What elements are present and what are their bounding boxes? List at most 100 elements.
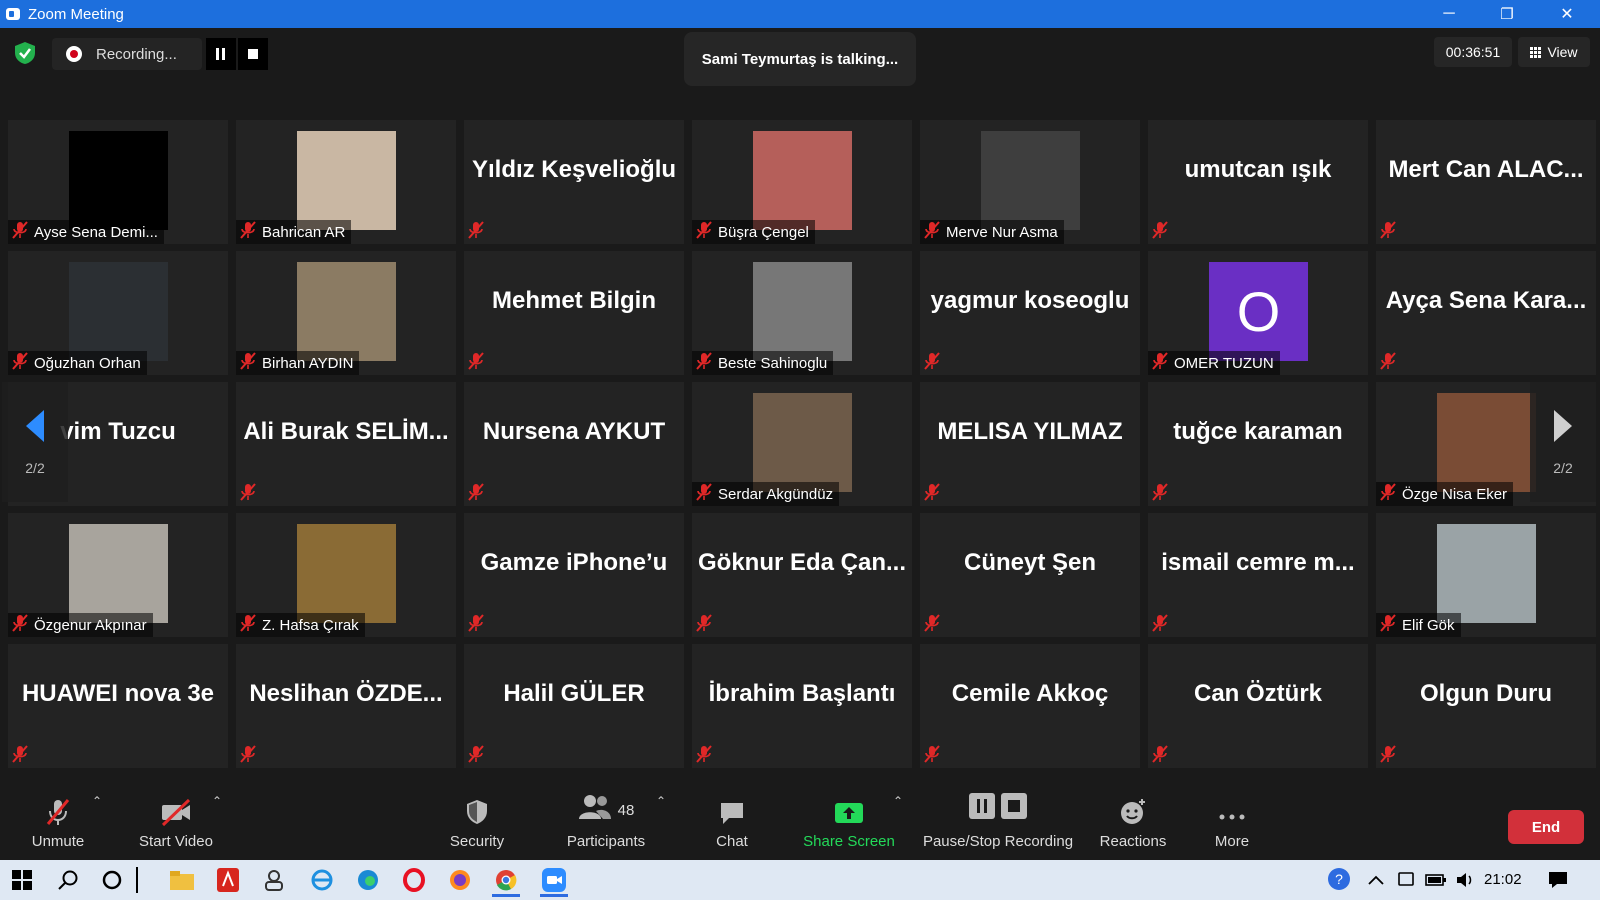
participant-tile[interactable]: Merve Nur Asma <box>920 120 1140 244</box>
share-options-caret[interactable]: ⌃ <box>893 794 903 808</box>
internet-explorer-icon[interactable] <box>308 866 336 894</box>
participant-tile[interactable]: O OMER TUZUN <box>1148 251 1368 375</box>
muted-mic-icon <box>920 220 942 244</box>
reactions-label: Reactions <box>1099 833 1167 850</box>
participant-tile[interactable]: Gamze iPhone’u <box>464 513 684 637</box>
firefox-icon[interactable] <box>446 866 474 894</box>
participant-name-display: Cüneyt Şen <box>963 549 1097 576</box>
participant-tile[interactable]: Cemile Akkoç <box>920 644 1140 768</box>
participant-tile[interactable]: Ayse Sena Demi... <box>8 120 228 244</box>
share-screen-icon <box>835 803 863 823</box>
start-video-label: Start Video <box>139 833 213 850</box>
participant-name-display: yagmur koseoglu <box>930 287 1130 314</box>
participants-button[interactable]: 48 Participants <box>556 780 656 860</box>
windows-start-icon[interactable] <box>8 866 36 894</box>
notifications-icon[interactable] <box>1544 866 1572 894</box>
participants-label: Participants <box>566 833 646 850</box>
record-dot-icon <box>66 46 82 62</box>
participant-tile[interactable]: ismail cemre m... <box>1148 513 1368 637</box>
cortana-icon[interactable] <box>98 866 126 894</box>
participant-tile[interactable]: Neslihan ÖZDE... <box>236 644 456 768</box>
muted-mic-icon <box>692 351 714 375</box>
participant-name-bar <box>1376 351 1404 375</box>
acrobat-icon[interactable] <box>214 866 242 894</box>
participant-tile[interactable]: Beste Sahinoglu <box>692 251 912 375</box>
participant-tile[interactable]: Halil GÜLER <box>464 644 684 768</box>
participant-video <box>297 524 396 623</box>
participant-tile[interactable]: Mert Can ALAC... <box>1376 120 1596 244</box>
participant-tile[interactable]: Elif Gök <box>1376 513 1596 637</box>
end-meeting-button[interactable]: End <box>1508 810 1584 844</box>
audio-options-caret[interactable]: ⌃ <box>92 794 102 808</box>
help-icon[interactable]: ? <box>1326 866 1354 894</box>
participant-tile[interactable]: Olgun Duru <box>1376 644 1596 768</box>
muted-mic-icon <box>8 351 30 375</box>
participant-video <box>753 262 852 361</box>
share-screen-button[interactable]: Share Screen <box>798 780 900 860</box>
participant-tile[interactable]: Serdar Akgündüz <box>692 382 912 506</box>
participant-tile[interactable]: Nursena AYKUT <box>464 382 684 506</box>
minimize-button[interactable]: ─ <box>1420 0 1478 28</box>
opera-icon[interactable] <box>400 866 428 894</box>
participant-name-display: Can Öztürk <box>1193 680 1322 707</box>
participant-tile[interactable]: Cüneyt Şen <box>920 513 1140 637</box>
file-explorer-icon[interactable] <box>168 866 196 894</box>
device-icon[interactable] <box>1392 866 1420 894</box>
participant-name-bar: Beste Sahinoglu <box>692 351 834 375</box>
previous-page-button[interactable]: 2/2 <box>2 382 68 502</box>
participant-name-label: Özge Nisa Eker <box>1402 485 1508 503</box>
task-view-icon[interactable] <box>132 866 142 894</box>
chrome-icon[interactable] <box>492 866 520 897</box>
participant-tile[interactable]: Yıldız Keşvelioğlu <box>464 120 684 244</box>
participant-tile[interactable]: MELISA YILMAZ <box>920 382 1140 506</box>
participant-tile[interactable]: tuğce karaman <box>1148 382 1368 506</box>
unmute-button[interactable]: Unmute <box>20 780 96 860</box>
chat-button[interactable]: Chat <box>702 780 762 860</box>
security-button[interactable]: Security <box>440 780 514 860</box>
encryption-shield-icon[interactable] <box>12 40 38 66</box>
participant-tile[interactable]: HUAWEI nova 3e <box>8 644 228 768</box>
video-options-caret[interactable]: ⌃ <box>212 794 222 808</box>
participant-tile[interactable]: Bahrican AR <box>236 120 456 244</box>
participant-name-display: Neslihan ÖZDE... <box>249 680 443 707</box>
participants-options-caret[interactable]: ⌃ <box>656 794 666 808</box>
more-button[interactable]: More <box>1208 780 1256 860</box>
participant-tile[interactable]: Birhan AYDIN <box>236 251 456 375</box>
app-people-icon[interactable] <box>260 866 288 894</box>
participant-video <box>1437 524 1536 623</box>
participant-tile[interactable]: Büşra Çengel <box>692 120 912 244</box>
view-button[interactable]: View <box>1518 37 1590 67</box>
muted-mic-icon <box>236 613 258 637</box>
participant-tile[interactable]: Göknur Eda Çan... <box>692 513 912 637</box>
zoom-taskbar-icon[interactable] <box>540 866 568 897</box>
show-hidden-icons-chevron-icon[interactable] <box>1362 866 1390 894</box>
taskbar-clock: 21:02 <box>1484 871 1522 888</box>
reactions-button[interactable]: Reactions <box>1094 780 1172 860</box>
stop-recording-button[interactable] <box>238 38 268 70</box>
muted-mic-icon <box>1376 351 1398 375</box>
participant-tile[interactable]: Mehmet Bilgin <box>464 251 684 375</box>
participant-tile[interactable]: Ali Burak SELİM... <box>236 382 456 506</box>
participant-name-display: Nursena AYKUT <box>482 418 666 445</box>
pause-recording-button[interactable] <box>206 38 236 70</box>
next-page-button[interactable]: 2/2 <box>1530 382 1596 502</box>
participant-name-bar <box>464 351 492 375</box>
participant-tile[interactable]: yagmur koseoglu <box>920 251 1140 375</box>
participant-tile[interactable]: İbrahim Başlantı <box>692 644 912 768</box>
participant-video <box>981 131 1080 230</box>
participant-tile[interactable]: Ayça Sena Kara... <box>1376 251 1596 375</box>
participant-name-bar <box>236 482 264 506</box>
volume-icon[interactable] <box>1452 866 1480 894</box>
close-button[interactable]: ✕ <box>1538 0 1596 28</box>
search-icon[interactable] <box>54 866 82 894</box>
participant-tile[interactable]: Z. Hafsa Çırak <box>236 513 456 637</box>
participant-tile[interactable]: umutcan ışık <box>1148 120 1368 244</box>
edge-icon[interactable] <box>354 866 382 894</box>
participant-tile[interactable]: Oğuzhan Orhan <box>8 251 228 375</box>
restore-button[interactable]: ❐ <box>1478 0 1536 28</box>
start-video-button[interactable]: Start Video <box>130 780 222 860</box>
battery-icon[interactable] <box>1422 866 1450 894</box>
pause-stop-recording-button[interactable]: Pause/Stop Recording <box>918 780 1078 860</box>
participant-tile[interactable]: Özgenur Akpınar <box>8 513 228 637</box>
participant-tile[interactable]: Can Öztürk <box>1148 644 1368 768</box>
